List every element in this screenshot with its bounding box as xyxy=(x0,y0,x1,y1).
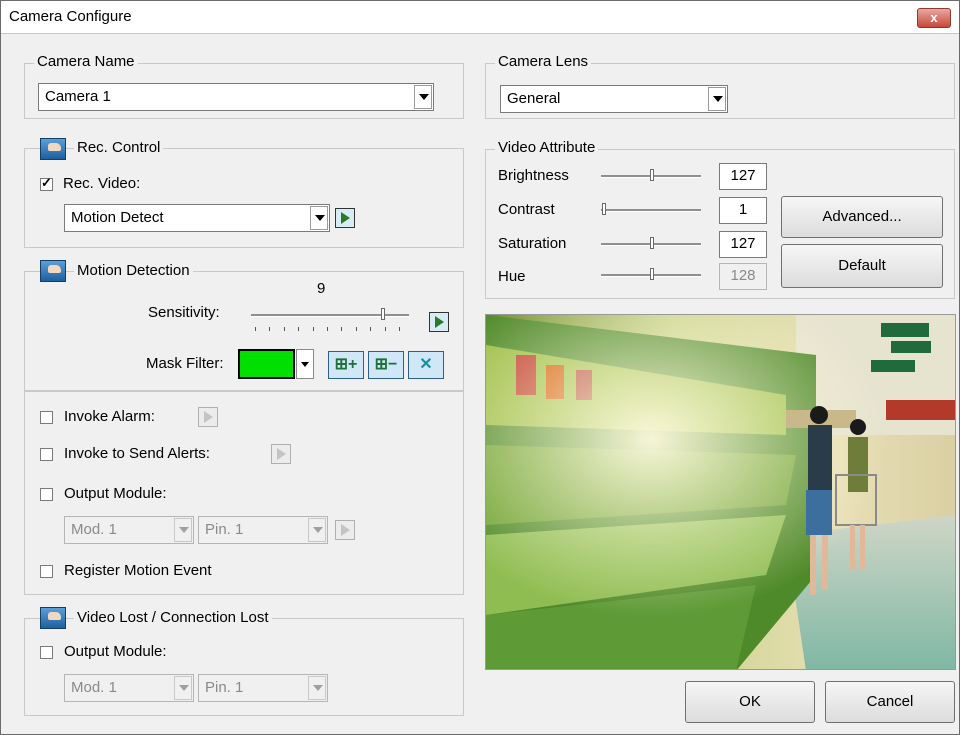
invoke-alerts-checkbox[interactable] xyxy=(40,448,53,461)
camera-preview-image xyxy=(485,314,956,670)
mask-remove-grid-button[interactable]: ⊞− xyxy=(368,351,404,379)
mod-value: Mod. 1 xyxy=(71,521,117,538)
sensitivity-tick xyxy=(341,327,343,331)
mask-add-grid-button[interactable]: ⊞+ xyxy=(328,351,364,379)
pin-combo[interactable]: Pin. 1 xyxy=(198,516,328,544)
sensitivity-tick xyxy=(399,327,400,331)
sensitivity-play-button[interactable] xyxy=(429,312,449,332)
output-module-checkbox[interactable] xyxy=(40,488,53,501)
default-button[interactable]: Default xyxy=(781,244,943,288)
sensitivity-label: Sensitivity: xyxy=(148,304,220,321)
invoke-alarm-play-button[interactable] xyxy=(198,407,218,427)
rec-control-legend: Rec. Control xyxy=(74,139,164,156)
chevron-down-icon[interactable] xyxy=(174,676,192,700)
sensitivity-tick xyxy=(312,327,314,331)
sensitivity-slider-track xyxy=(251,314,409,317)
hue-field[interactable]: 128 xyxy=(719,263,767,290)
ok-button[interactable]: OK xyxy=(685,681,815,723)
rec-mode-play-button[interactable] xyxy=(335,208,355,228)
brightness-label: Brightness xyxy=(498,167,569,184)
invoke-alerts-label: Invoke to Send Alerts: xyxy=(64,445,210,462)
rec-video-label: Rec. Video: xyxy=(63,175,141,192)
rec-mode-value: Motion Detect xyxy=(71,209,164,226)
rec-mode-combo[interactable]: Motion Detect xyxy=(64,204,330,232)
contrast-label: Contrast xyxy=(498,201,555,218)
saturation-field[interactable]: 127 xyxy=(719,231,767,258)
mask-color-swatch[interactable] xyxy=(238,349,295,379)
advanced-button[interactable]: Advanced... xyxy=(781,196,943,238)
camera-lens-combo[interactable]: General xyxy=(500,85,728,113)
output-module-play-button[interactable] xyxy=(335,520,355,540)
camera-lens-value: General xyxy=(507,90,561,107)
saturation-slider-thumb[interactable] xyxy=(650,237,654,249)
camera-name-combo[interactable]: Camera 1 xyxy=(38,83,434,111)
invoke-alarm-label: Invoke Alarm: xyxy=(64,408,155,425)
cancel-button[interactable]: Cancel xyxy=(825,681,955,723)
mask-filter-label: Mask Filter: xyxy=(146,355,224,372)
video-lost-legend: Video Lost / Connection Lost xyxy=(74,609,272,626)
sensitivity-tick xyxy=(269,327,271,331)
chevron-down-icon[interactable] xyxy=(308,676,326,700)
brightness-slider-thumb[interactable] xyxy=(650,169,654,181)
contrast-slider-track xyxy=(601,209,701,212)
sensitivity-tick xyxy=(384,327,386,331)
close-button[interactable]: x xyxy=(917,8,951,28)
hand-pointer-icon xyxy=(40,260,66,282)
video-lost-pin-value: Pin. 1 xyxy=(205,679,244,696)
contrast-slider-thumb[interactable] xyxy=(602,203,606,215)
sensitivity-tick xyxy=(370,327,372,331)
video-lost-output-label: Output Module: xyxy=(64,643,167,660)
chevron-down-icon[interactable] xyxy=(296,349,314,379)
sensitivity-tick xyxy=(283,327,285,331)
video-attribute-legend: Video Attribute xyxy=(495,139,599,156)
window-title: Camera Configure xyxy=(9,8,132,25)
invoke-alerts-play-button[interactable] xyxy=(271,444,291,464)
mod-combo[interactable]: Mod. 1 xyxy=(64,516,194,544)
invoke-alarm-checkbox[interactable] xyxy=(40,411,53,424)
mask-clear-button[interactable]: ✕ xyxy=(408,351,444,379)
chevron-down-icon[interactable] xyxy=(414,85,432,109)
output-module-label: Output Module: xyxy=(64,485,167,502)
sensitivity-tick xyxy=(355,327,357,331)
register-motion-label: Register Motion Event xyxy=(64,562,212,579)
hue-label: Hue xyxy=(498,268,526,285)
chevron-down-icon[interactable] xyxy=(310,206,328,230)
sensitivity-tick xyxy=(327,327,328,331)
rec-video-checkbox[interactable] xyxy=(40,175,53,191)
chevron-down-icon[interactable] xyxy=(308,518,326,542)
sensitivity-tick xyxy=(298,327,300,331)
sensitivity-slider-thumb[interactable] xyxy=(380,308,385,320)
sensitivity-tick xyxy=(255,327,256,331)
hand-pointer-icon xyxy=(40,607,66,629)
camera-lens-legend: Camera Lens xyxy=(495,53,592,70)
camera-name-legend: Camera Name xyxy=(34,53,138,70)
video-lost-output-checkbox[interactable] xyxy=(40,646,53,659)
camera-name-value: Camera 1 xyxy=(45,88,111,105)
sensitivity-value: 9 xyxy=(317,280,326,297)
brightness-field[interactable]: 127 xyxy=(719,163,767,190)
pin-value: Pin. 1 xyxy=(205,521,244,538)
contrast-field[interactable]: 1 xyxy=(719,197,767,224)
supermarket-scene-illustration xyxy=(486,315,955,669)
hue-slider-thumb[interactable] xyxy=(650,268,654,280)
motion-detection-legend: Motion Detection xyxy=(74,262,193,279)
video-lost-mod-combo[interactable]: Mod. 1 xyxy=(64,674,194,702)
chevron-down-icon[interactable] xyxy=(708,87,726,111)
camera-configure-dialog: Camera Configure x Camera Name Camera 1 … xyxy=(0,0,960,735)
hand-pointer-icon xyxy=(40,138,66,160)
chevron-down-icon[interactable] xyxy=(174,518,192,542)
video-lost-mod-value: Mod. 1 xyxy=(71,679,117,696)
register-motion-checkbox[interactable] xyxy=(40,565,53,578)
rec-control-group xyxy=(24,148,464,248)
title-bar: Camera Configure x xyxy=(1,1,959,34)
saturation-label: Saturation xyxy=(498,235,567,252)
video-lost-pin-combo[interactable]: Pin. 1 xyxy=(198,674,328,702)
